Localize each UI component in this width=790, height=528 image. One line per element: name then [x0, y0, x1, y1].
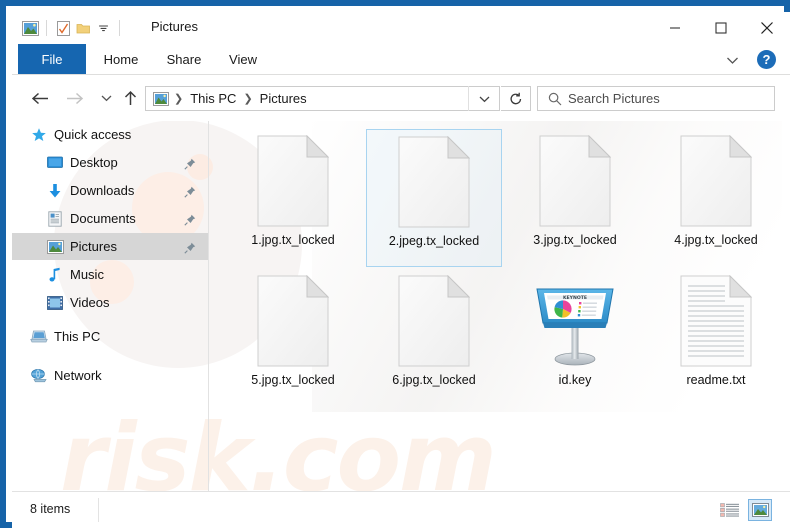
window-title: Pictures — [151, 19, 198, 34]
blank-file-icon — [648, 129, 784, 233]
download-icon — [46, 182, 64, 200]
sidebar-item-quick-access[interactable]: Quick access — [12, 121, 208, 148]
properties-icon[interactable] — [53, 18, 73, 38]
breadcrumb-separator: ❯ — [174, 93, 184, 105]
sidebar-item-label: Documents — [70, 211, 136, 226]
sidebar-item-label: Videos — [70, 295, 110, 310]
sidebar-item-label: Music — [70, 267, 104, 282]
blank-file-icon — [507, 129, 643, 233]
address-dropdown-icon[interactable] — [468, 86, 500, 111]
minimize-button[interactable] — [652, 12, 698, 44]
sidebar-item-this-pc[interactable]: This PC — [12, 323, 208, 350]
breadcrumb-separator: ❯ — [243, 93, 253, 105]
toolbar-divider — [119, 20, 120, 36]
maximize-button[interactable] — [698, 12, 744, 44]
sidebar-item-documents[interactable]: Documents — [12, 205, 208, 232]
desktop-icon — [46, 154, 64, 172]
pin-icon[interactable] — [184, 241, 196, 254]
list-item[interactable]: 4.jpg.tx_locked — [648, 129, 784, 267]
window-inner: risk.com Pictures File Home Share View ?… — [12, 12, 790, 528]
list-item[interactable]: readme.txt — [648, 269, 784, 407]
search-input[interactable]: Search Pictures — [537, 86, 775, 111]
list-item[interactable]: KEYNOTE id.key — [507, 269, 643, 407]
status-divider — [98, 498, 99, 522]
sidebar-item-label: Network — [54, 368, 102, 383]
sidebar-item-label: This PC — [54, 329, 101, 344]
tab-share[interactable]: Share — [155, 44, 213, 74]
text-file-icon — [648, 269, 784, 373]
customize-dropdown-icon[interactable] — [93, 18, 113, 38]
blank-file-icon — [367, 130, 501, 234]
file-name: 6.jpg.tx_locked — [392, 373, 476, 387]
list-item[interactable]: 6.jpg.tx_locked — [366, 269, 502, 407]
tab-view[interactable]: View — [217, 44, 269, 74]
sidebar-item-desktop[interactable]: Desktop — [12, 149, 208, 176]
file-name: 1.jpg.tx_locked — [251, 233, 335, 247]
breadcrumb-this-pc[interactable]: This PC — [188, 91, 238, 106]
tab-file[interactable]: File — [18, 44, 86, 74]
item-count-label: 8 items — [30, 502, 71, 516]
address-bar: ❯ This PC ❯ Pictures Search Pictures — [12, 75, 790, 121]
sidebar-item-downloads[interactable]: Downloads — [12, 177, 208, 204]
address-path-box[interactable]: ❯ This PC ❯ Pictures — [145, 86, 500, 111]
blank-file-icon — [225, 269, 361, 373]
svg-text:KEYNOTE: KEYNOTE — [563, 295, 587, 301]
file-list: 1.jpg.tx_locked 2.jpeg.tx_locked 3.jpg.t… — [209, 121, 790, 492]
toolbar-divider — [46, 20, 47, 36]
documents-icon — [46, 210, 64, 228]
back-button[interactable] — [26, 84, 54, 112]
title-bar: Pictures — [12, 12, 790, 44]
file-name: 5.jpg.tx_locked — [251, 373, 335, 387]
refresh-button[interactable] — [501, 86, 531, 111]
breadcrumb-pictures[interactable]: Pictures — [258, 91, 309, 106]
sidebar-item-label: Quick access — [54, 127, 132, 142]
ribbon-tab-bar: File Home Share View ? — [12, 44, 790, 75]
sidebar-item-label: Pictures — [70, 239, 117, 254]
search-icon — [548, 92, 562, 106]
file-name: readme.txt — [686, 373, 746, 387]
list-item[interactable]: 5.jpg.tx_locked — [225, 269, 361, 407]
file-name: 2.jpeg.tx_locked — [388, 234, 480, 248]
sidebar-item-label: Downloads — [70, 183, 135, 198]
list-item[interactable]: 2.jpeg.tx_locked — [366, 129, 502, 267]
file-name: id.key — [558, 373, 592, 387]
large-icons-view-button[interactable] — [748, 499, 772, 521]
blank-file-icon — [225, 129, 361, 233]
help-button[interactable]: ? — [757, 50, 776, 69]
pictures-folder-icon[interactable] — [20, 18, 40, 38]
star-icon — [30, 126, 48, 144]
pictures-icon — [46, 238, 64, 256]
new-folder-icon[interactable] — [73, 18, 93, 38]
pin-icon[interactable] — [184, 213, 196, 226]
sidebar-item-network[interactable]: Network — [12, 362, 208, 389]
computer-icon — [30, 328, 48, 346]
explorer-window: risk.com Pictures File Home Share View ?… — [0, 0, 790, 528]
pictures-folder-icon — [153, 91, 169, 106]
videos-icon — [46, 294, 64, 312]
up-button[interactable] — [116, 84, 144, 112]
tab-home[interactable]: Home — [92, 44, 150, 74]
list-item[interactable]: 1.jpg.tx_locked — [225, 129, 361, 267]
sidebar-item-music[interactable]: Music — [12, 261, 208, 288]
blank-file-icon — [366, 269, 502, 373]
pin-icon[interactable] — [184, 185, 196, 198]
file-name: 4.jpg.tx_locked — [674, 233, 758, 247]
quick-access-toolbar — [20, 16, 126, 40]
forward-button[interactable] — [60, 84, 88, 112]
navigation-pane: Quick access Desktop Downloads Documents… — [12, 121, 208, 492]
close-button[interactable] — [744, 12, 790, 44]
music-icon — [46, 266, 64, 284]
chevron-down-icon[interactable] — [722, 50, 742, 70]
network-icon — [30, 367, 48, 385]
sidebar-item-pictures[interactable]: Pictures — [12, 233, 208, 260]
pin-icon[interactable] — [184, 157, 196, 170]
sidebar-item-videos[interactable]: Videos — [12, 289, 208, 316]
list-item[interactable]: 3.jpg.tx_locked — [507, 129, 643, 267]
file-name: 3.jpg.tx_locked — [533, 233, 617, 247]
keynote-icon: KEYNOTE — [507, 269, 643, 373]
search-placeholder: Search Pictures — [568, 91, 660, 106]
details-view-button[interactable] — [718, 499, 742, 521]
status-bar: 8 items — [12, 491, 790, 528]
sidebar-item-label: Desktop — [70, 155, 118, 170]
